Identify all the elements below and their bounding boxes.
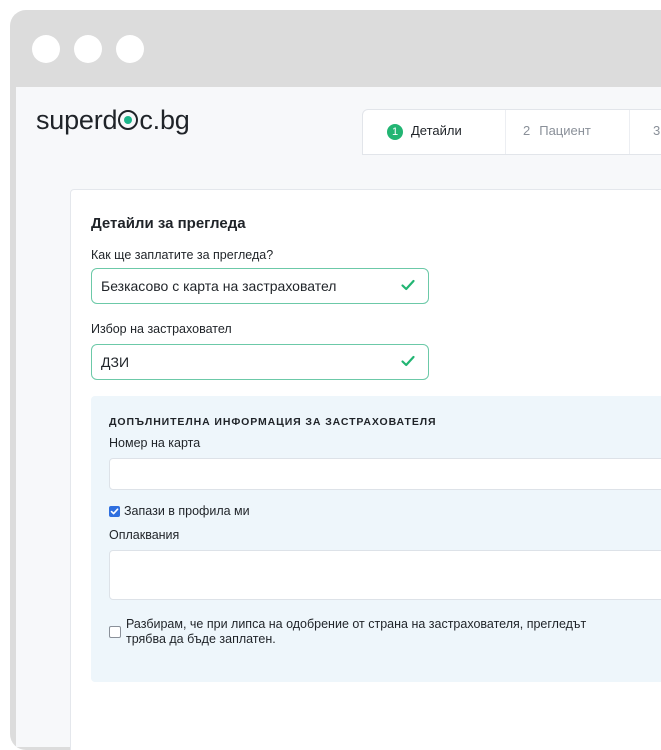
logo-text-suffix: c.bg [139, 105, 190, 135]
card-number-label: Номер на карта [109, 436, 201, 450]
check-icon [401, 279, 415, 291]
payment-method-value: Безкасово с карта на застраховател [101, 278, 337, 294]
step-number: 3 [653, 123, 661, 138]
window-maximize-dot[interactable] [116, 35, 144, 63]
logo-o-dot-icon [118, 110, 139, 130]
insurer-select[interactable]: ДЗИ [91, 344, 429, 380]
consent-checkbox[interactable] [109, 626, 121, 638]
consent-text-line2[interactable]: трябва да бъде заплатен. [126, 632, 276, 647]
checkbox-tick-icon [110, 508, 119, 515]
payment-method-select[interactable]: Безкасово с карта на застраховател [91, 268, 429, 304]
step-third[interactable]: 3 [653, 123, 661, 139]
step-divider [505, 110, 506, 154]
consent-text-line1[interactable]: Разбирам, че при липса на одобрение от с… [126, 617, 586, 632]
save-to-profile-label[interactable]: Запази в профила ми [124, 504, 250, 519]
complaints-label: Оплаквания [109, 528, 180, 542]
check-icon [401, 355, 415, 367]
step-label: Пациент [539, 123, 591, 138]
step-patient[interactable]: 2 Пациент [523, 123, 591, 139]
insurer-value: ДЗИ [101, 354, 129, 370]
step-number-badge: 1 [387, 124, 403, 140]
card-number-input[interactable] [109, 458, 661, 490]
window-minimize-dot[interactable] [74, 35, 102, 63]
window-titlebar [10, 10, 661, 87]
save-to-profile-checkbox[interactable] [109, 506, 120, 517]
step-number: 2 [523, 123, 531, 138]
section-title: Детайли за прегледа [91, 215, 246, 232]
insurer-extra-info-panel: ДОПЪЛНИТЕЛНА ИНФОРМАЦИЯ ЗА ЗАСТРАХОВАТЕЛ… [91, 396, 661, 682]
window-close-dot[interactable] [32, 35, 60, 63]
complaints-textarea[interactable] [109, 550, 661, 600]
insurer-label: Избор на застраховател [91, 322, 232, 336]
browser-window: superd c.bg 1 Детайли 2 Пациент 3 Детайли з… [10, 10, 661, 750]
booking-steps: 1 Детайли 2 Пациент 3 [362, 109, 661, 155]
page-viewport: superd c.bg 1 Детайли 2 Пациент 3 Детайли з… [16, 87, 661, 750]
panel-title: ДОПЪЛНИТЕЛНА ИНФОРМАЦИЯ ЗА ЗАСТРАХОВАТЕЛ… [109, 416, 437, 428]
step-details[interactable]: 1 Детайли [387, 123, 462, 140]
app-header: superd c.bg 1 Детайли 2 Пациент 3 [16, 87, 661, 157]
step-label: Детайли [411, 123, 462, 138]
superdoc-logo[interactable]: superd c.bg [36, 105, 190, 136]
logo-text-prefix: superd [36, 105, 118, 135]
payment-method-label: Как ще заплатите за прегледа? [91, 248, 274, 262]
visit-details-card: Детайли за прегледа Как ще заплатите за … [70, 189, 661, 750]
step-divider [629, 110, 630, 154]
